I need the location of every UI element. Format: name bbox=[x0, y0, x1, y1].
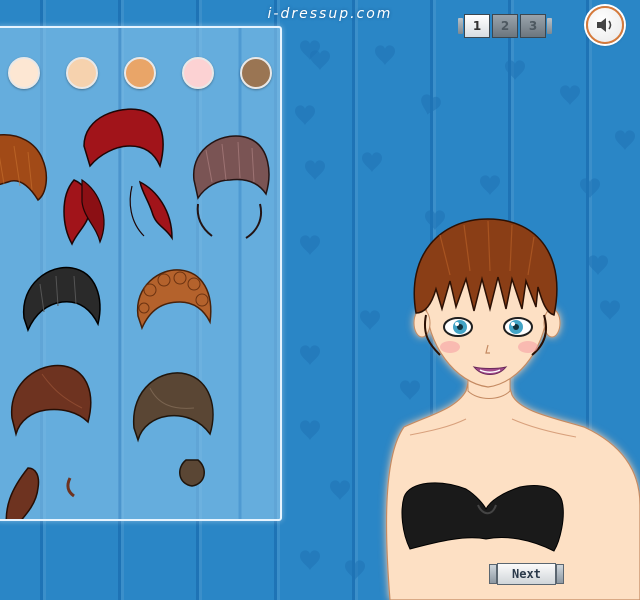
hair-option-ash-brown-bun[interactable] bbox=[128, 368, 218, 488]
next-button-left-cap bbox=[489, 564, 497, 584]
next-button-label: Next bbox=[497, 563, 556, 585]
hair-option-chestnut-side-ponytail[interactable] bbox=[2, 358, 98, 521]
pager-left-cap bbox=[458, 18, 463, 34]
hair-selection-panel bbox=[0, 26, 282, 521]
sound-toggle-button[interactable] bbox=[586, 6, 624, 44]
pager-right-cap bbox=[547, 18, 552, 34]
next-button-right-cap bbox=[555, 564, 564, 584]
page-button-1[interactable]: 1 bbox=[464, 14, 490, 38]
dressup-model bbox=[385, 218, 640, 600]
hair-option-red-pigtails[interactable] bbox=[60, 106, 186, 256]
page-button-3[interactable]: 3 bbox=[520, 14, 546, 38]
skin-tone-swatch-brown[interactable] bbox=[240, 57, 272, 89]
page-button-2[interactable]: 2 bbox=[492, 14, 518, 38]
skin-tone-swatch-pink[interactable] bbox=[182, 57, 214, 89]
hair-option-auburn-bob[interactable] bbox=[0, 128, 50, 208]
next-button[interactable]: Next bbox=[489, 563, 564, 585]
skin-tone-swatch-tan[interactable] bbox=[124, 57, 156, 89]
hair-option-copper-curly[interactable] bbox=[132, 266, 216, 338]
page-selector: 1 2 3 bbox=[458, 14, 552, 38]
hair-option-mauve-bob[interactable] bbox=[186, 130, 272, 246]
speaker-icon bbox=[597, 18, 612, 32]
skin-tone-swatch-light[interactable] bbox=[66, 57, 98, 89]
skin-tone-swatch-porcelain[interactable] bbox=[8, 57, 40, 89]
hair-option-black-short[interactable] bbox=[20, 264, 104, 338]
